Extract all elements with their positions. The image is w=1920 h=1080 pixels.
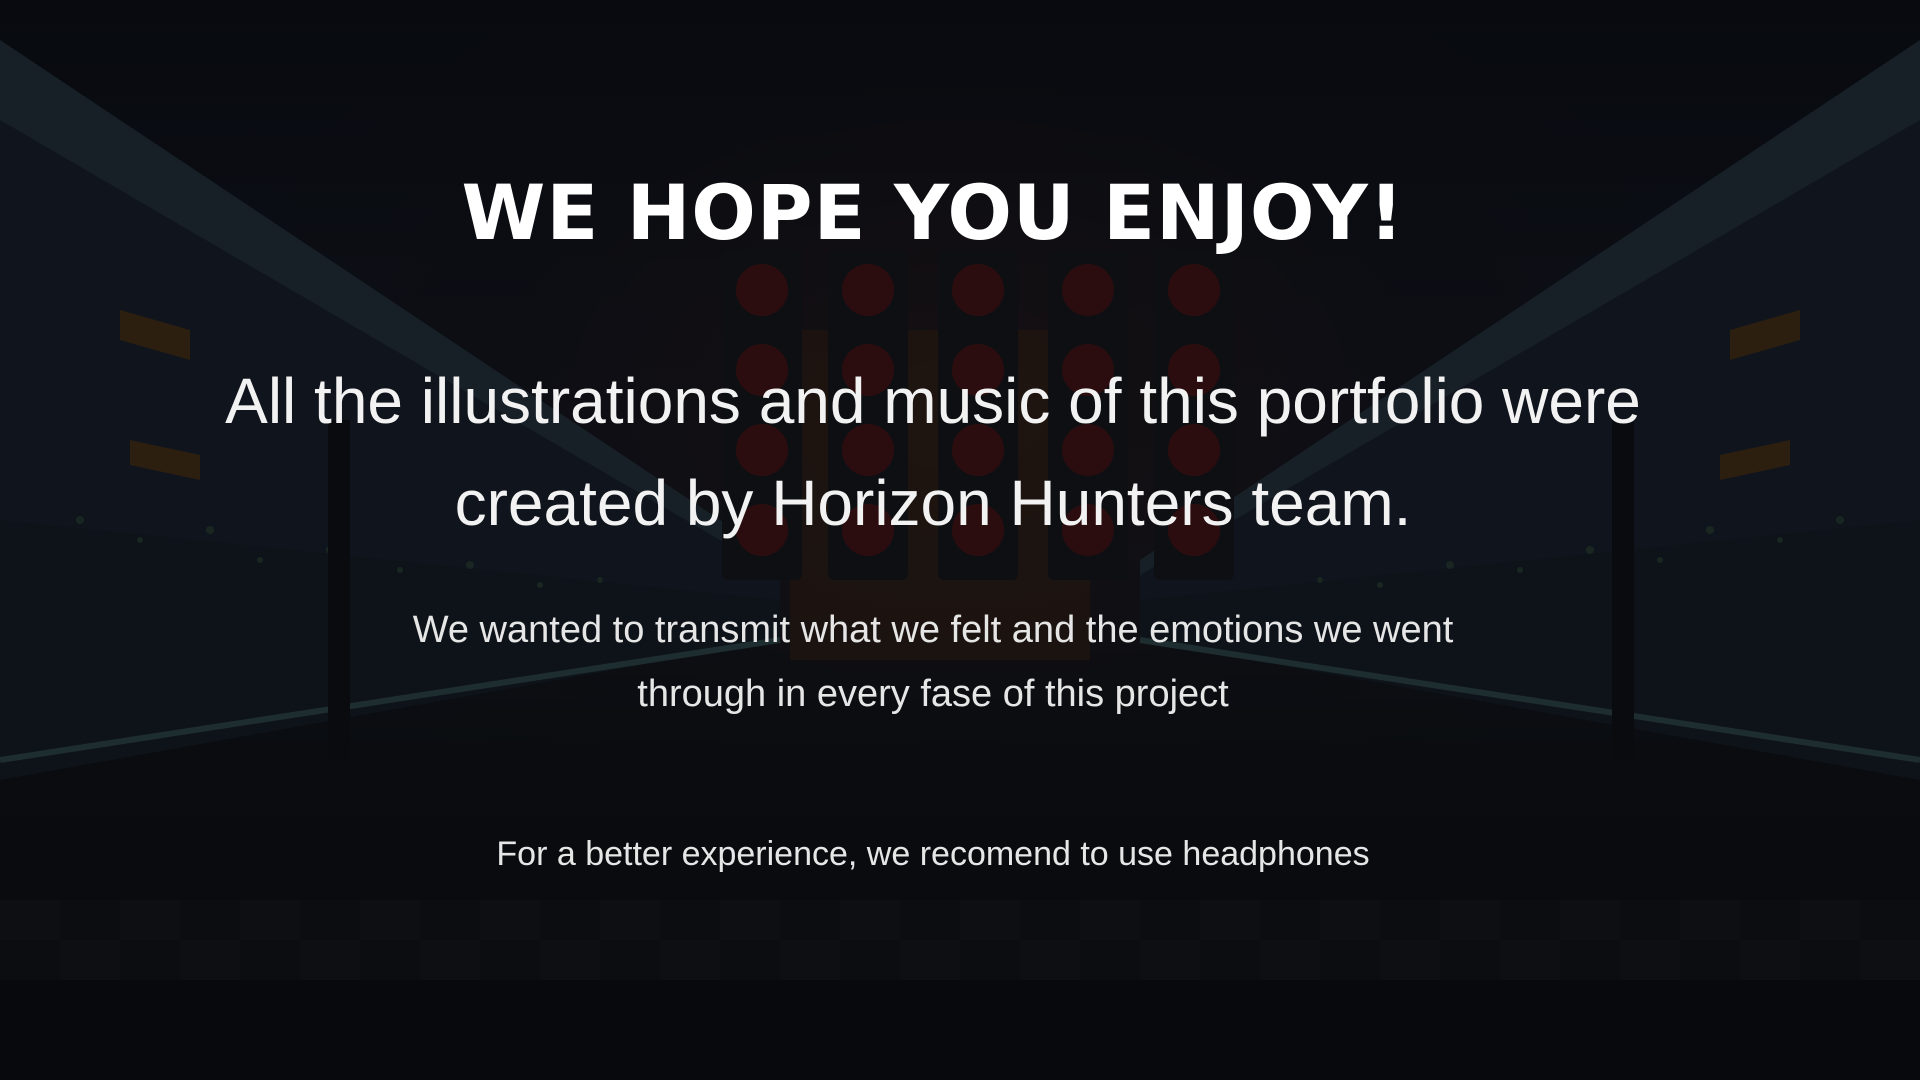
description-text: We wanted to transmit what we felt and t… <box>412 609 1454 715</box>
page-title: WE HOPE YOU ENJOY! <box>461 168 1405 257</box>
headphones-note: For a better experience, we recomend to … <box>496 835 1370 873</box>
intro-screen: WE HOPE YOU ENJOY! All the illustrations… <box>0 0 1920 1080</box>
credits-text: All the illustrations and music of this … <box>225 365 1641 539</box>
intro-content: WE HOPE YOU ENJOY! All the illustrations… <box>0 0 1920 1080</box>
